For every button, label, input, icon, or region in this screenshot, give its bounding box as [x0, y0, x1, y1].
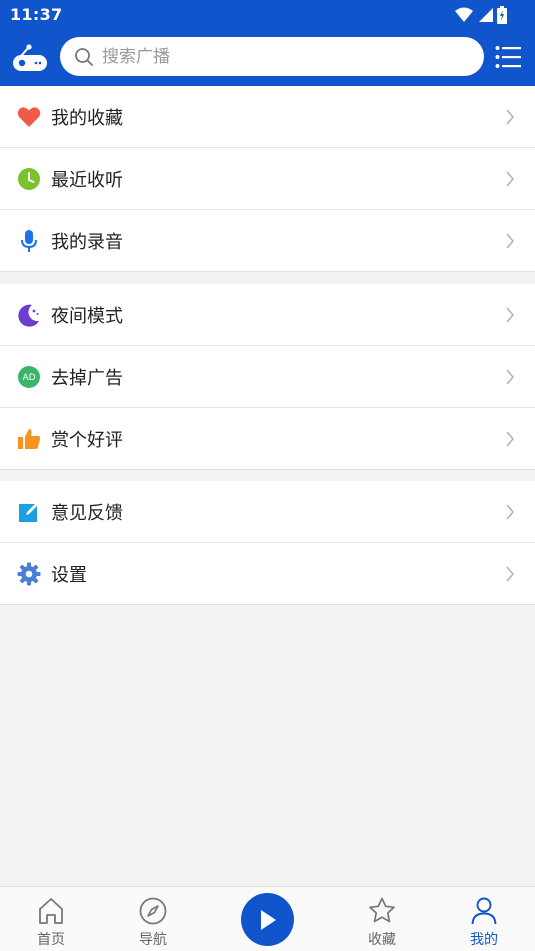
menu-item-label: 我的收藏: [51, 107, 123, 129]
home-icon: [39, 898, 63, 924]
menu-item-label: 设置: [51, 564, 87, 586]
search-box[interactable]: [60, 37, 484, 76]
nav-home-label: 首页: [37, 932, 65, 948]
menu-item-favorites[interactable]: 我的收藏: [0, 86, 535, 148]
svg-text:AD: AD: [22, 373, 35, 383]
bottom-nav: 首页 导航 收藏 我的: [0, 886, 535, 951]
nav-navigate-label: 导航: [139, 932, 167, 948]
play-icon: [260, 909, 276, 930]
ad-icon: AD: [17, 365, 41, 389]
menu-group-2: 夜间模式 AD 去掉广告 赏个好评: [0, 284, 535, 470]
chevron-right-icon: [506, 504, 515, 520]
thumbs-up-icon: [17, 427, 41, 451]
microphone-icon: [17, 229, 41, 253]
menu-item-label: 我的录音: [51, 231, 123, 253]
menu-item-rate[interactable]: 赏个好评: [0, 408, 535, 470]
list-menu-icon[interactable]: [495, 45, 521, 69]
heart-icon: [17, 105, 41, 129]
radio-logo-icon[interactable]: [12, 42, 48, 74]
menu-item-label: 夜间模式: [51, 305, 123, 327]
status-time: 11:37: [10, 5, 63, 24]
menu-item-label: 赏个好评: [51, 429, 123, 451]
battery-icon: [497, 6, 507, 24]
chevron-right-icon: [506, 233, 515, 249]
moon-icon: [17, 303, 41, 327]
chevron-right-icon: [506, 109, 515, 125]
nav-navigate[interactable]: 导航: [102, 887, 204, 951]
star-icon: [369, 897, 395, 923]
status-icons: [455, 6, 507, 24]
menu-item-night-mode[interactable]: 夜间模式: [0, 284, 535, 346]
play-button[interactable]: [241, 893, 294, 946]
menu-item-settings[interactable]: 设置: [0, 543, 535, 605]
nav-mine[interactable]: 我的: [433, 887, 535, 951]
app-bar: [0, 30, 535, 86]
chevron-right-icon: [506, 307, 515, 323]
user-icon: [471, 897, 497, 925]
menu-item-feedback[interactable]: 意见反馈: [0, 481, 535, 543]
menu-group-3: 意见反馈 设置: [0, 481, 535, 605]
nav-favorites-label: 收藏: [368, 932, 396, 948]
menu-item-remove-ads[interactable]: AD 去掉广告: [0, 346, 535, 408]
nav-mine-label: 我的: [470, 932, 498, 948]
compass-icon: [139, 897, 167, 925]
chevron-right-icon: [506, 431, 515, 447]
menu-group-1: 我的收藏 最近收听 我的录音: [0, 86, 535, 272]
wifi-icon: [455, 7, 473, 22]
search-input[interactable]: [102, 46, 462, 67]
menu-item-recordings[interactable]: 我的录音: [0, 210, 535, 272]
chevron-right-icon: [506, 171, 515, 187]
menu-item-label: 最近收听: [51, 169, 123, 191]
menu-item-recent[interactable]: 最近收听: [0, 148, 535, 210]
menu-item-label: 去掉广告: [51, 367, 123, 389]
signal-icon: [479, 8, 493, 22]
gear-icon: [17, 562, 41, 586]
chevron-right-icon: [506, 369, 515, 385]
nav-favorites[interactable]: 收藏: [331, 887, 433, 951]
search-icon: [75, 47, 93, 66]
edit-icon: [17, 500, 41, 524]
menu-item-label: 意见反馈: [51, 502, 123, 524]
nav-home[interactable]: 首页: [0, 887, 102, 951]
status-bar: 11:37: [0, 0, 535, 30]
clock-icon: [17, 167, 41, 191]
chevron-right-icon: [506, 566, 515, 582]
